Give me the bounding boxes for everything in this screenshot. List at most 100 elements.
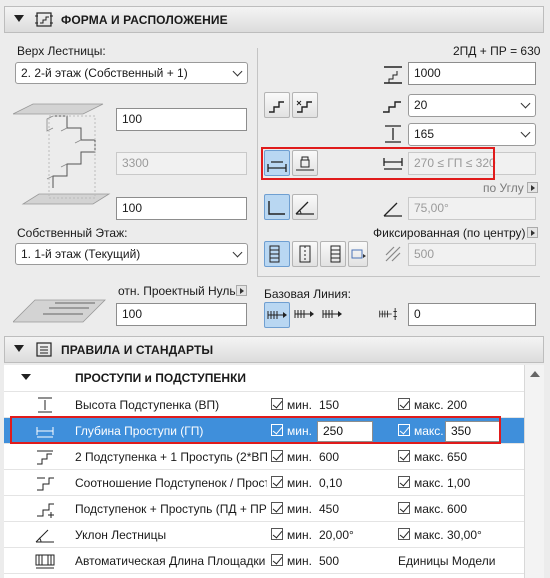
stair-shape-icon — [35, 12, 53, 27]
own-story-value: 1. 1-й этаж (Текущий) — [21, 247, 141, 261]
triangle-down-icon[interactable] — [14, 15, 24, 22]
max-value[interactable]: 1,00 — [447, 476, 470, 490]
width-left-button[interactable] — [264, 241, 290, 267]
highlight-box-tread — [261, 147, 495, 180]
flight-left-icon — [269, 245, 280, 263]
triangle-down-icon[interactable] — [21, 374, 31, 380]
row-name: Соотношение Подступенок / Проступь — [75, 476, 267, 490]
stair-formula-icon — [37, 450, 53, 465]
angle-mode-button[interactable] — [292, 194, 318, 220]
min-label: мин. — [287, 476, 312, 490]
top-offset-input[interactable]: 100 — [116, 108, 247, 131]
scroll-up-icon[interactable] — [530, 371, 540, 377]
checkbox-icon[interactable] — [398, 450, 410, 462]
baseline-right-button[interactable] — [320, 302, 346, 328]
riser-height-value: 165 — [414, 127, 435, 141]
table-row[interactable]: Уклон Лестницы мин. 20,00° макс. 30,00° — [4, 522, 524, 548]
chevron-down-icon — [232, 247, 243, 258]
stair-height-input-right[interactable]: 1000 — [408, 62, 536, 85]
table-row[interactable]: 2 Подступенка + 1 Проступь (2*ВП + ПР) м… — [4, 444, 524, 470]
checkbox-icon[interactable] — [398, 502, 410, 514]
fixed-width-input: 500 — [408, 243, 536, 266]
angle-mode-popup-button[interactable] — [527, 182, 538, 193]
chevron-down-icon — [520, 127, 531, 138]
angle-input: 75,00° — [408, 197, 536, 220]
min-value[interactable]: 150 — [319, 398, 339, 412]
width-mode-popup[interactable] — [348, 241, 368, 267]
risers-count-select[interactable]: 20 — [408, 94, 536, 117]
units-label: Единицы Модели — [398, 554, 496, 568]
risers-count-button[interactable] — [292, 92, 318, 118]
checkbox-icon[interactable] — [271, 398, 283, 410]
group-title: ПРОСТУПИ и ПОДСТУПЕНКИ — [75, 371, 247, 385]
table-scrollbar[interactable] — [524, 365, 544, 578]
checkbox-icon[interactable] — [271, 450, 283, 462]
baseline-offset-input[interactable]: 0 — [408, 303, 536, 326]
min-label: мин. — [287, 554, 312, 568]
base-offset-popup-button[interactable] — [236, 285, 247, 296]
top-stair-select[interactable]: 2. 2-й этаж (Собственный + 1) — [15, 62, 248, 84]
chevron-down-icon — [232, 66, 243, 77]
checkbox-icon[interactable] — [398, 398, 410, 410]
section-title: ПРАВИЛА И СТАНДАРТЫ — [61, 343, 214, 357]
checkbox-icon[interactable] — [271, 502, 283, 514]
baseline-center-icon — [294, 310, 314, 318]
riser-height-select[interactable]: 165 — [408, 123, 536, 146]
min-value[interactable]: 600 — [319, 450, 339, 464]
max-value[interactable]: 200 — [447, 398, 467, 412]
chevron-down-icon — [520, 98, 531, 109]
checkbox-icon[interactable] — [271, 554, 283, 566]
section-header-form[interactable]: ФОРМА И РАСПОЛОЖЕНИЕ — [4, 6, 544, 33]
row-name: Высота Подступенка (ВП) — [75, 398, 220, 412]
max-label: макс. — [414, 398, 444, 412]
max-value[interactable]: 30,00° — [447, 528, 482, 542]
max-value[interactable]: 650 — [447, 450, 467, 464]
baseline-left-icon — [267, 311, 287, 319]
min-value[interactable]: 500 — [319, 554, 339, 568]
rules-table: ПРОСТУПИ и ПОДСТУПЕНКИ Высота Подступенк… — [4, 365, 524, 578]
max-label: макс. — [414, 528, 444, 542]
formula-text: 2ПД + ПР = 630 — [453, 44, 541, 58]
section-header-rules[interactable]: ПРАВИЛА И СТАНДАРТЫ — [4, 336, 544, 363]
checkbox-icon[interactable] — [398, 476, 410, 488]
risers-mode-button[interactable] — [264, 92, 290, 118]
top-stair-label: Верх Лестницы: — [17, 44, 106, 58]
checkbox-icon[interactable] — [271, 476, 283, 488]
riser-height-icon — [38, 397, 52, 413]
table-row[interactable]: Высота Подступенка (ВП) мин. 150 макс. 2… — [4, 392, 524, 418]
risers-count-icon — [383, 101, 401, 113]
landing-length-icon — [35, 554, 55, 569]
base-offset-input[interactable]: 100 — [116, 303, 247, 326]
width-center-button[interactable] — [292, 241, 318, 267]
own-story-select[interactable]: 1. 1-й этаж (Текущий) — [15, 243, 248, 265]
fixed-mode-popup-button[interactable] — [527, 227, 538, 238]
min-value[interactable]: 450 — [319, 502, 339, 516]
max-value[interactable]: 600 — [447, 502, 467, 516]
angle-value-icon — [383, 202, 402, 217]
checkbox-icon[interactable] — [271, 528, 283, 540]
stair-section-diagram — [13, 103, 111, 205]
table-row[interactable]: Подступенок + Проступь (ПД + ПР) мин. 45… — [4, 496, 524, 522]
angle-mode-label: по Углу — [483, 181, 524, 195]
table-row[interactable]: Автоматическая Длина Площадки мин. 500 Е… — [4, 548, 524, 574]
baseline-left-button[interactable] — [264, 302, 290, 328]
table-row[interactable]: Соотношение Подступенок / Проступь мин. … — [4, 470, 524, 496]
stair-up-icon — [269, 101, 284, 113]
row-name: Уклон Лестницы — [75, 528, 167, 542]
baseline-center-button[interactable] — [292, 302, 318, 328]
bottom-offset-input[interactable]: 100 — [116, 197, 247, 220]
floor-plan-diagram — [13, 299, 106, 323]
min-value[interactable]: 0,10 — [319, 476, 342, 490]
triangle-down-icon[interactable] — [14, 345, 24, 352]
min-value[interactable]: 20,00° — [319, 528, 354, 542]
stair-height-icon — [384, 66, 402, 84]
riser-plus-tread-icon — [37, 503, 54, 518]
checkbox-icon[interactable] — [398, 528, 410, 540]
width-right-button[interactable] — [320, 241, 346, 267]
riser-height-icon — [385, 125, 401, 143]
group-row[interactable]: ПРОСТУПИ и ПОДСТУПЕНКИ — [4, 365, 524, 392]
base-offset-label: отн. Проектный Нуль — [118, 284, 236, 298]
min-label: мин. — [287, 528, 312, 542]
angle-icon — [295, 201, 314, 215]
slope-mode-button[interactable] — [264, 194, 290, 220]
